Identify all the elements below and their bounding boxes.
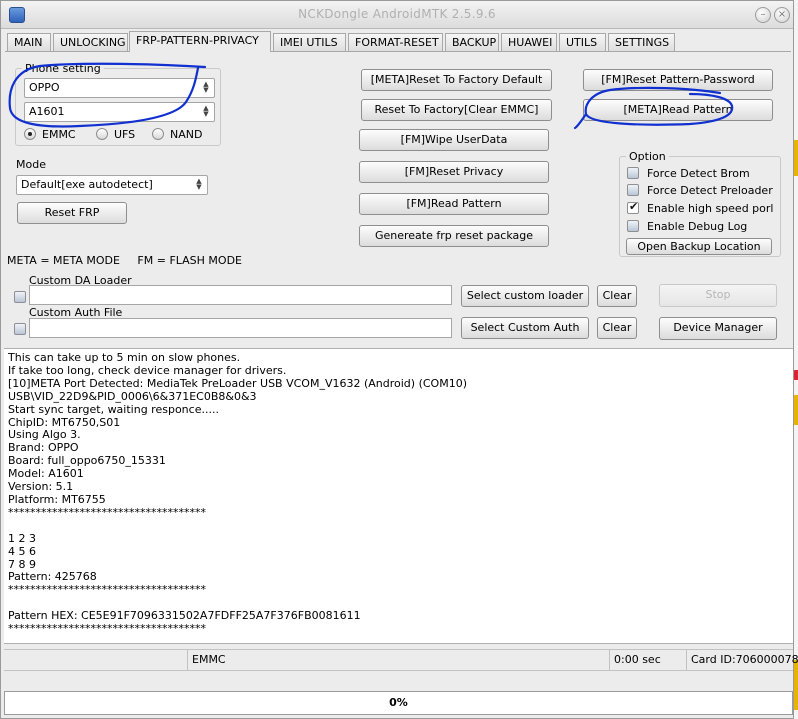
log-line: This can take up to 5 min on slow phones… <box>8 351 241 364</box>
fm-read-pattern-button[interactable]: [FM]Read Pattern <box>359 193 549 215</box>
title-bar[interactable]: NCKDongle AndroidMTK 2.5.9.6 – × <box>1 1 793 29</box>
secondary-status-bar <box>4 670 793 690</box>
checkbox-label: Force Detect Brom <box>647 167 750 180</box>
log-line: ************************************ <box>8 505 206 519</box>
tab-utils[interactable]: UTILS <box>559 33 606 51</box>
tab-unlocking[interactable]: UNLOCKING <box>53 33 128 51</box>
log-output[interactable]: This can take up to 5 min on slow phones… <box>4 348 793 644</box>
status-bar: EMMC 0:00 sec Card ID:706000078 <box>4 649 798 670</box>
tab-main[interactable]: MAIN <box>7 33 51 51</box>
window-title: NCKDongle AndroidMTK 2.5.9.6 <box>298 7 496 21</box>
fm-reset-privacy-button[interactable]: [FM]Reset Privacy <box>359 161 549 183</box>
open-backup-location-button[interactable]: Open Backup Location <box>626 238 772 255</box>
progress-label: 0% <box>389 696 408 709</box>
mode-select[interactable]: Default[exe autodetect] ▲ ▼ <box>16 175 208 195</box>
generate-frp-package-button[interactable]: Genereate frp reset package <box>359 225 549 247</box>
tab-huawei[interactable]: HUAWEI <box>501 33 557 51</box>
phone-setting-title: Phone setting <box>22 62 104 75</box>
tab-backup[interactable]: BACKUP <box>445 33 499 51</box>
select-custom-auth-button[interactable]: Select Custom Auth <box>461 317 589 339</box>
checkbox-label: Enable Debug Log <box>647 220 748 233</box>
meta-read-pattern-button[interactable]: [META]Read Pattern <box>583 99 773 121</box>
tab-imei-utils[interactable]: IMEI UTILS <box>273 33 346 51</box>
log-line: Board: full_oppo6750_15331 <box>8 454 166 468</box>
high-speed-port-checkbox[interactable]: Enable high speed porl <box>627 200 774 216</box>
mode-label: Mode <box>16 158 46 171</box>
log-line: Version: 5.1 <box>8 480 74 494</box>
reset-frp-button[interactable]: Reset FRP <box>17 202 127 224</box>
fm-reset-pattern-password-button[interactable]: [FM]Reset Pattern-Password <box>583 69 773 91</box>
tab-settings[interactable]: SETTINGS <box>608 33 675 51</box>
model-select[interactable]: A1601 ▲ ▼ <box>24 102 215 122</box>
mode-legend: META = META MODE FM = FLASH MODE <box>7 254 243 267</box>
close-icon[interactable]: × <box>774 7 790 23</box>
log-line: USB\VID_22D9&PID_0006\6&371EC0B8&0&3 <box>8 389 257 403</box>
force-detect-preloader-checkbox[interactable]: Force Detect Preloader <box>627 184 773 198</box>
fm-wipe-userdata-button[interactable]: [FM]Wipe UserData <box>359 129 549 151</box>
radio-label: NAND <box>170 128 203 141</box>
stop-button[interactable]: Stop <box>659 284 777 307</box>
log-line: [10]META Port Detected: MediaTek PreLoad… <box>8 376 467 390</box>
log-line: ************************************ <box>8 622 206 636</box>
log-line: Model: A1601 <box>8 467 84 481</box>
clear-auth-button[interactable]: Clear <box>597 317 637 339</box>
tab-format-reset[interactable]: FORMAT-RESET <box>348 33 443 51</box>
radio-ufs[interactable]: UFS <box>96 128 135 142</box>
log-line: Start sync target, waiting responce..... <box>8 402 219 416</box>
log-line: If take too long, check device manager f… <box>8 363 287 377</box>
mode-value: Default[exe autodetect] <box>21 178 153 191</box>
brand-value: OPPO <box>29 81 60 94</box>
option-title: Option <box>626 150 669 163</box>
log-line: ************************************ <box>8 583 206 597</box>
log-line: Platform: MT6755 <box>8 492 106 506</box>
checkbox-icon <box>14 291 26 303</box>
spinner-icon[interactable]: ▲ ▼ <box>200 105 212 119</box>
spinner-icon[interactable]: ▲ ▼ <box>200 81 212 95</box>
checkbox-label: Enable high speed porl <box>647 202 774 215</box>
minimize-icon[interactable]: – <box>755 7 771 23</box>
radio-icon <box>96 128 108 140</box>
radio-label: UFS <box>114 128 136 141</box>
checkbox-icon <box>627 220 639 232</box>
tab-frp-pattern-privacy[interactable]: FRP-PATTERN-PRIVACY <box>129 31 271 52</box>
log-line: 4 5 6 <box>8 544 36 558</box>
brand-select[interactable]: OPPO ▲ ▼ <box>24 78 215 98</box>
checkbox-checked-icon <box>627 200 639 214</box>
checkbox-label: Force Detect Preloader <box>647 184 773 197</box>
model-value: A1601 <box>29 105 65 118</box>
reset-factory-clear-emmc-button[interactable]: Reset To Factory[Clear EMMC] <box>361 99 552 121</box>
log-line: Using Algo 3. <box>8 428 81 442</box>
radio-icon <box>152 128 164 140</box>
custom-da-loader-input[interactable] <box>29 285 452 305</box>
log-line: 1 2 3 <box>8 531 36 545</box>
meta-reset-factory-button[interactable]: [META]Reset To Factory Default <box>361 69 552 91</box>
clear-loader-button[interactable]: Clear <box>597 285 637 307</box>
status-card-id: Card ID:706000078 <box>686 650 798 670</box>
checkbox-icon <box>627 167 639 179</box>
status-storage: EMMC <box>187 650 609 670</box>
status-time: 0:00 sec <box>609 650 686 670</box>
progress-bar: 0% <box>4 691 793 715</box>
tab-divider <box>5 51 791 52</box>
radio-selected-icon <box>24 128 36 140</box>
radio-label: EMMC <box>42 128 76 141</box>
force-detect-brom-checkbox[interactable]: Force Detect Brom <box>627 167 750 181</box>
custom-auth-file-input[interactable] <box>29 318 452 338</box>
spinner-icon[interactable]: ▲ ▼ <box>193 178 205 192</box>
radio-nand[interactable]: NAND <box>152 128 202 142</box>
radio-emmc[interactable]: EMMC <box>24 128 76 142</box>
enable-debug-log-checkbox[interactable]: Enable Debug Log <box>627 220 747 234</box>
device-manager-button[interactable]: Device Manager <box>659 317 777 340</box>
checkbox-icon <box>14 323 26 335</box>
checkbox-icon <box>627 184 639 196</box>
log-line: ChipID: MT6750,S01 <box>8 415 121 429</box>
select-custom-loader-button[interactable]: Select custom loader <box>461 285 589 307</box>
status-cell-1 <box>4 650 187 670</box>
app-window: NCKDongle AndroidMTK 2.5.9.6 – × MAIN UN… <box>0 0 798 719</box>
log-line: 7 8 9 <box>8 557 36 571</box>
